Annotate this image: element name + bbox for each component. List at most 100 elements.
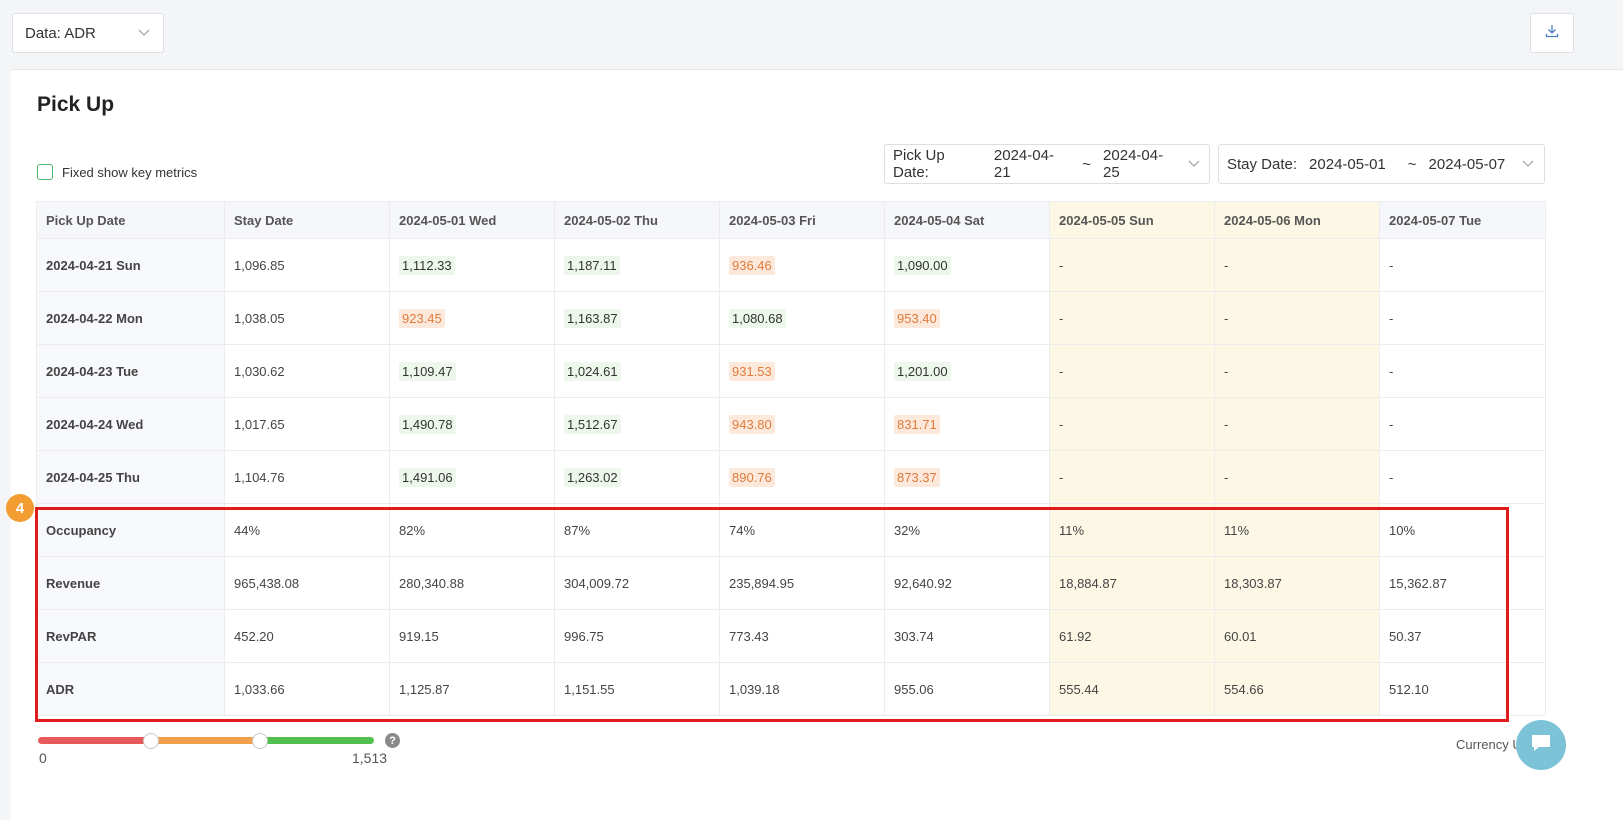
pickup-date-range-picker[interactable]: Pick Up Date: 2024-04-21 ~ 2024-04-25 <box>884 144 1210 184</box>
stay-date-range-picker[interactable]: Stay Date: 2024-05-01 ~ 2024-05-07 <box>1218 144 1545 184</box>
pickup-date-end[interactable]: 2024-04-25 <box>1103 147 1177 181</box>
stay-date-start[interactable]: 2024-05-01 <box>1309 156 1386 173</box>
table-cell: 1,112.33 <box>389 238 555 292</box>
table-cell: 943.80 <box>719 397 885 451</box>
stay-date-end[interactable]: 2024-05-07 <box>1429 156 1506 173</box>
table-cell: 15,362.87 <box>1379 556 1546 610</box>
value-decrease-pill: 831.71 <box>894 414 940 434</box>
metric-label-cell: RevPAR <box>36 609 225 663</box>
pickup-date-cell: 2024-04-25 Thu <box>36 450 225 504</box>
fixed-metrics-checkbox[interactable] <box>37 164 53 180</box>
table-cell: 1,109.47 <box>389 344 555 398</box>
table-cell: 936.46 <box>719 238 885 292</box>
table-cell: 873.37 <box>884 450 1050 504</box>
table-cell: 10% <box>1379 503 1546 557</box>
pickup-row: 2024-04-24 Wed 1,017.65 1,490.78 1,512.67 94… <box>36 397 1546 451</box>
table-cell: - <box>1379 238 1546 292</box>
metric-label-cell: ADR <box>36 662 225 716</box>
value-decrease-pill: 943.80 <box>729 414 775 434</box>
table-cell: 1,201.00 <box>884 344 1050 398</box>
table-cell: 1,512.67 <box>554 397 720 451</box>
value-increase-pill: 1,491.06 <box>399 467 456 487</box>
pickup-date-cell: 2024-04-21 Sun <box>36 238 225 292</box>
threshold-slider[interactable] <box>38 733 374 749</box>
table-cell: 82% <box>389 503 555 557</box>
page-title: Pick Up <box>37 93 115 116</box>
fixed-metrics-toggle[interactable]: Fixed show key metrics <box>37 164 197 180</box>
table-cell: - <box>1214 344 1380 398</box>
pickup-date-start[interactable]: 2024-04-21 <box>994 147 1068 181</box>
table-cell: - <box>1214 238 1380 292</box>
value-increase-pill: 1,090.00 <box>894 255 951 275</box>
column-header: 2024-05-02 Thu <box>554 201 720 239</box>
column-header: 2024-05-04 Sat <box>884 201 1050 239</box>
chevron-down-icon <box>1187 157 1201 171</box>
table-cell: 1,024.61 <box>554 344 720 398</box>
column-header: 2024-05-06 Mon <box>1214 201 1380 239</box>
slider-handle-high[interactable] <box>252 733 268 749</box>
column-header: Stay Date <box>224 201 390 239</box>
metric-row: Revenue 965,438.08 280,340.88 304,009.72 235… <box>36 556 1546 610</box>
table-cell: 831.71 <box>884 397 1050 451</box>
slider-min-label: 0 <box>39 750 47 766</box>
value-increase-pill: 1,263.02 <box>564 467 621 487</box>
table-cell: 1,104.76 <box>224 450 390 504</box>
value-increase-pill: 1,187.11 <box>564 255 620 275</box>
data-type-select[interactable]: Data: ADR <box>12 13 164 53</box>
pickup-date-cell: 2024-04-22 Mon <box>36 291 225 345</box>
table-cell: 1,187.11 <box>554 238 720 292</box>
table-cell: 1,490.78 <box>389 397 555 451</box>
value-increase-pill: 1,112.33 <box>399 255 455 275</box>
table-cell: 555.44 <box>1049 662 1215 716</box>
pickup-row: 2024-04-22 Mon 1,038.05 923.45 1,163.87 1,08… <box>36 291 1546 345</box>
table-cell: 235,894.95 <box>719 556 885 610</box>
pickup-row: 2024-04-23 Tue 1,030.62 1,109.47 1,024.61 93… <box>36 344 1546 398</box>
table-cell: 1,491.06 <box>389 450 555 504</box>
table-cell: 74% <box>719 503 885 557</box>
table-cell: - <box>1049 450 1215 504</box>
table-cell: 452.20 <box>224 609 390 663</box>
slider-segment-mid <box>150 737 262 744</box>
pickup-date-cell: 2024-04-24 Wed <box>36 397 225 451</box>
value-increase-pill: 1,201.00 <box>894 361 951 381</box>
table-cell: 919.15 <box>389 609 555 663</box>
chat-button[interactable] <box>1516 720 1566 770</box>
slider-segment-low <box>38 737 154 744</box>
table-cell: 1,263.02 <box>554 450 720 504</box>
value-decrease-pill: 936.46 <box>729 255 775 275</box>
table-cell: - <box>1379 344 1546 398</box>
table-cell: 11% <box>1049 503 1215 557</box>
table-cell: 44% <box>224 503 390 557</box>
table-cell: 1,038.05 <box>224 291 390 345</box>
download-button[interactable] <box>1530 13 1574 53</box>
table-cell: - <box>1379 397 1546 451</box>
download-icon <box>1545 24 1559 43</box>
table-cell: 512.10 <box>1379 662 1546 716</box>
table-cell: 554.66 <box>1214 662 1380 716</box>
value-decrease-pill: 923.45 <box>399 308 445 328</box>
chevron-down-icon <box>1521 157 1535 171</box>
table-cell: - <box>1379 291 1546 345</box>
table-cell: 1,151.55 <box>554 662 720 716</box>
table-cell: 50.37 <box>1379 609 1546 663</box>
table-cell: 92,640.92 <box>884 556 1050 610</box>
table-cell: - <box>1049 238 1215 292</box>
value-decrease-pill: 953.40 <box>894 308 940 328</box>
table-cell: 18,884.87 <box>1049 556 1215 610</box>
metric-row: RevPAR 452.20 919.15 996.75 773.43 303.74 61.9… <box>36 609 1546 663</box>
table-header-row: Pick Up Date Stay Date 2024-05-01 Wed 2024-… <box>36 201 1546 239</box>
table-cell: 890.76 <box>719 450 885 504</box>
help-icon[interactable]: ? <box>385 733 400 748</box>
table-cell: 773.43 <box>719 609 885 663</box>
table-cell: - <box>1214 291 1380 345</box>
step-badge: 4 <box>6 494 34 522</box>
table-cell: 931.53 <box>719 344 885 398</box>
table-cell: 1,080.68 <box>719 291 885 345</box>
stay-date-label: Stay Date: <box>1227 155 1298 173</box>
table-cell: 1,033.66 <box>224 662 390 716</box>
slider-handle-low[interactable] <box>143 733 159 749</box>
table-cell: - <box>1214 450 1380 504</box>
table-cell: 1,125.87 <box>389 662 555 716</box>
table-cell: 1,017.65 <box>224 397 390 451</box>
table-cell: 1,090.00 <box>884 238 1050 292</box>
